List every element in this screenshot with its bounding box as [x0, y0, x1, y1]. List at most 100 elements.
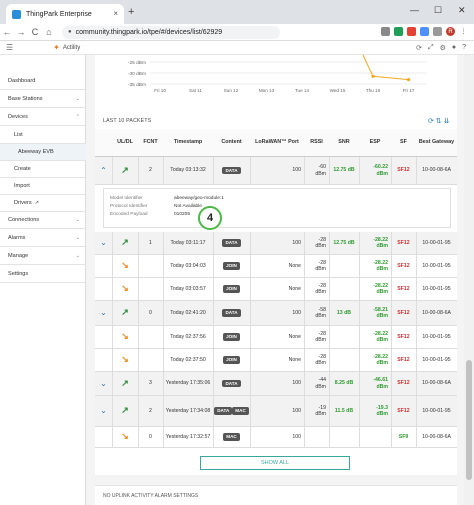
expand-toggle[interactable]: ⌄: [95, 301, 112, 325]
sidebar-item-devices[interactable]: Devices ⌃: [0, 109, 86, 126]
rssi-cell: -58 dBm: [315, 306, 326, 320]
timestamp-cell: Today 02:37:56: [170, 333, 206, 340]
column-header[interactable]: RSSI: [304, 129, 329, 157]
table-row[interactable]: ⌄ ↗ 0 Today 02:41:20 DATA 100 -58 dBm 13 dB -58.2…: [95, 301, 457, 326]
sidebar: Dashboard Base Stations ⌄ Devices ⌃ List…: [0, 55, 86, 505]
port-cell: 100: [292, 167, 301, 174]
packets-toolbar-icons[interactable]: ⟳ ⇅ ⇊: [428, 117, 450, 125]
sidebar-item-settings[interactable]: Settings: [0, 266, 86, 283]
sidebar-item-alarms[interactable]: Alarms ⌄: [0, 230, 86, 247]
snr-cell: [329, 427, 359, 447]
gateway-cell[interactable]: 10-00-01-95: [416, 278, 457, 300]
table-row[interactable]: ↘ Today 03:04:03 JOIN None -28 dBm -28.22 dBm SF…: [95, 255, 457, 278]
gateway-cell[interactable]: 10-00-01-95: [416, 255, 457, 277]
table-row[interactable]: ⌄ ↗ 3 Yesterday 17:35:06 DATA 100 -44 dBm 8.25 d…: [95, 372, 457, 396]
expand-toggle[interactable]: ⌃: [95, 157, 112, 184]
show-all-button[interactable]: SHOW ALL: [200, 456, 350, 470]
fcnt-cell: [138, 278, 163, 300]
uplink-arrow-icon: ↗: [121, 307, 129, 318]
column-header[interactable]: LoRaWAN™ Port: [250, 129, 304, 157]
sf-cell: SF12: [397, 285, 410, 292]
chevron-down-icon[interactable]: ⌄: [100, 379, 107, 389]
column-header[interactable]: Content: [213, 129, 250, 157]
content-cell: DATA MAC: [213, 396, 250, 426]
gateway-cell[interactable]: 10-00-08-6A: [416, 427, 457, 447]
column-header[interactable]: UL/DL: [112, 129, 138, 157]
sidebar-item-manage[interactable]: Manage ⌄: [0, 248, 86, 265]
sidebar-item-list[interactable]: List: [0, 127, 86, 144]
y-tick-label: -35 dBm: [128, 82, 146, 88]
chevron-down-icon[interactable]: ⌄: [100, 406, 107, 416]
expand-toggle[interactable]: [95, 255, 112, 277]
chevron-down-icon[interactable]: ⌄: [100, 238, 107, 248]
direction-cell: ↗: [112, 396, 138, 426]
esp-cell: -60.22 dBm: [373, 164, 388, 177]
timestamp-cell: Yesterday 17:32:57: [165, 433, 211, 440]
column-header[interactable]: ESP: [359, 129, 391, 157]
gateway-cell[interactable]: 10-00-01-95: [416, 396, 457, 426]
table-row[interactable]: ↘ 0 Yesterday 17:32:57 MAC 100 SF9 10-00-08-6A: [95, 427, 457, 448]
protocol-label: Protocol Identifier: [110, 204, 148, 209]
expand-toggle[interactable]: [95, 427, 112, 447]
uplink-arrow-icon: ↗: [121, 405, 129, 416]
expand-toggle[interactable]: [95, 326, 112, 348]
direction-cell: ↗: [112, 372, 138, 395]
no-uplink-activity-section[interactable]: NO UPLINK ACTIVITY ALARM SETTINGS: [95, 485, 457, 505]
table-row[interactable]: ↘ Today 02:37:56 JOIN None -28 dBm -28.22 dBm SF…: [95, 326, 457, 349]
chevron-down-icon[interactable]: ⌄: [100, 308, 107, 318]
expand-toggle[interactable]: [95, 349, 112, 371]
rssi-cell: -19 dBm: [315, 404, 326, 418]
external-link-icon: ↗: [34, 200, 39, 206]
column-header[interactable]: Best Gateway: [416, 129, 457, 157]
sf-cell: SF12: [397, 239, 410, 246]
expand-toggle[interactable]: ⌄: [95, 396, 112, 426]
table-row[interactable]: ↘ Today 02:37:50 JOIN None -28 dBm -28.22 dBm SF…: [95, 349, 457, 372]
expand-toggle[interactable]: [95, 278, 112, 300]
packet-detail-panel: Model Identifier abeeway/geo-module:1 Pr…: [103, 188, 451, 228]
x-tick-label: Thu 16: [366, 88, 381, 93]
column-header[interactable]: FCNT: [138, 129, 163, 157]
column-header[interactable]: Timestamp: [163, 129, 213, 157]
expand-toggle[interactable]: ⌄: [95, 232, 112, 254]
content-badge: DATA: [222, 379, 241, 388]
table-row[interactable]: ⌄ ↗ 2 Yesterday 17:34:08 DATA MAC 100 -19 dBm 11.…: [95, 396, 457, 427]
chart-data-point: [406, 78, 411, 82]
direction-cell: ↗: [112, 157, 138, 184]
rssi-cell: -28 dBm: [315, 282, 326, 296]
column-header[interactable]: SF: [391, 129, 416, 157]
table-row[interactable]: ⌃ ↗ 2 Today 03:13:32 DATA 100 -60 dBm 12.75 dB -6…: [95, 157, 457, 185]
content-cell: MAC: [213, 427, 250, 447]
rssi-cell: -28 dBm: [315, 259, 326, 273]
timestamp-cell: Today 02:37:50: [170, 356, 206, 363]
chart-data-point: [371, 74, 375, 78]
sidebar-item-connections[interactable]: Connections ⌄: [0, 212, 86, 229]
port-cell: 100: [292, 407, 301, 414]
chevron-up-icon[interactable]: ⌃: [100, 166, 107, 176]
payload-value: 010205: [174, 212, 191, 217]
gateway-cell[interactable]: 10-00-01-95: [416, 232, 457, 254]
gateway-cell[interactable]: 10-00-01-95: [416, 326, 457, 348]
y-tick-label: -30 dBm: [128, 71, 146, 77]
gateway-cell[interactable]: 10-00-08-6A: [416, 372, 457, 395]
fcnt-cell: 0: [149, 433, 152, 440]
snr-cell: 8.25 dB: [334, 380, 354, 387]
gateway-cell[interactable]: 10-00-01-95: [416, 349, 457, 371]
column-header[interactable]: SNR: [329, 129, 359, 157]
esp-cell: -28.22 dBm: [373, 330, 388, 344]
downlink-arrow-icon: ↘: [121, 283, 129, 294]
rssi-cell: -28 dBm: [315, 353, 326, 367]
sidebar-item-drivers[interactable]: Drivers ↗: [0, 195, 86, 212]
gateway-cell[interactable]: 10-00-08-6A: [416, 157, 457, 184]
gateway-cell[interactable]: 10-00-08-6A: [416, 301, 457, 325]
table-row[interactable]: ↘ Today 03:03:57 JOIN None -28 dBm -28.22 dBm SF…: [95, 278, 457, 301]
sidebar-item-create[interactable]: Create: [0, 161, 86, 178]
expand-toggle[interactable]: ⌄: [95, 372, 112, 395]
y-tick-label: -25 dBm: [128, 60, 146, 66]
x-tick-label: Fri 17: [403, 88, 415, 93]
sidebar-item-import[interactable]: Import: [0, 178, 86, 195]
scrollbar-thumb[interactable]: [466, 360, 472, 480]
packets-title: LAST 10 PACKETS: [103, 118, 152, 124]
port-cell: None: [288, 333, 301, 340]
table-row[interactable]: ⌄ ↗ 1 Today 03:11:17 DATA 100 -28 dBm 12.75 dB -2…: [95, 232, 457, 255]
sidebar-item-abeeway-evb[interactable]: Abeeway EVB: [0, 144, 86, 161]
